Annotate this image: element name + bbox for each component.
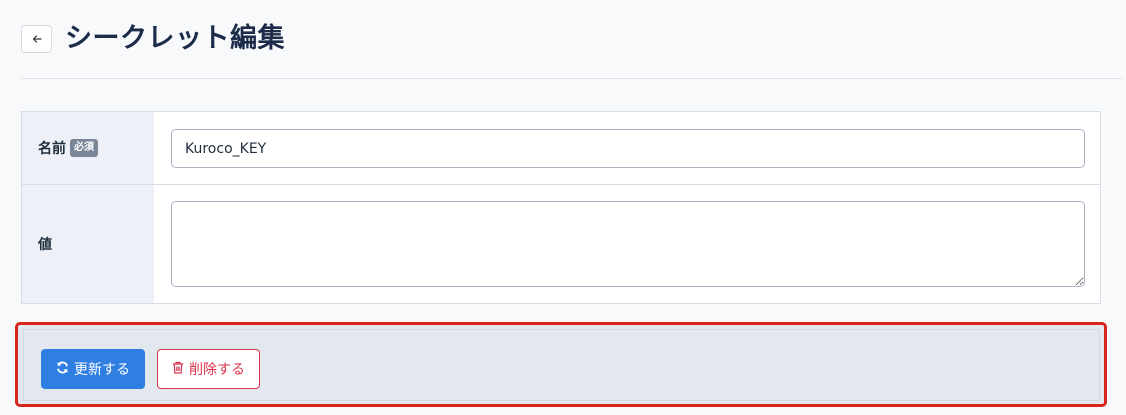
value-textarea[interactable] <box>171 201 1085 287</box>
delete-button-label: 削除する <box>189 362 245 378</box>
trash-icon <box>172 361 184 378</box>
update-button-label: 更新する <box>74 362 130 378</box>
name-label-cell: 名前 必須 <box>22 112 154 184</box>
action-bar: 更新する 削除する <box>15 322 1107 407</box>
action-bar-inner: 更新する 削除する <box>23 329 1100 401</box>
refresh-icon <box>56 361 69 378</box>
form-row-name: 名前 必須 <box>22 112 1100 185</box>
page-title: シークレット編集 <box>65 23 285 54</box>
secret-form: 名前 必須 値 <box>21 111 1101 304</box>
update-button[interactable]: 更新する <box>41 349 145 389</box>
value-label: 値 <box>38 237 52 253</box>
required-badge: 必須 <box>70 139 98 157</box>
back-button[interactable] <box>21 25 52 53</box>
value-label-cell: 値 <box>22 185 154 303</box>
page-header: シークレット編集 <box>21 18 1122 79</box>
name-input[interactable] <box>171 129 1085 168</box>
form-row-value: 値 <box>22 185 1100 303</box>
delete-button[interactable]: 削除する <box>157 349 260 389</box>
arrow-left-icon <box>31 30 43 49</box>
name-label: 名前 <box>38 141 66 157</box>
